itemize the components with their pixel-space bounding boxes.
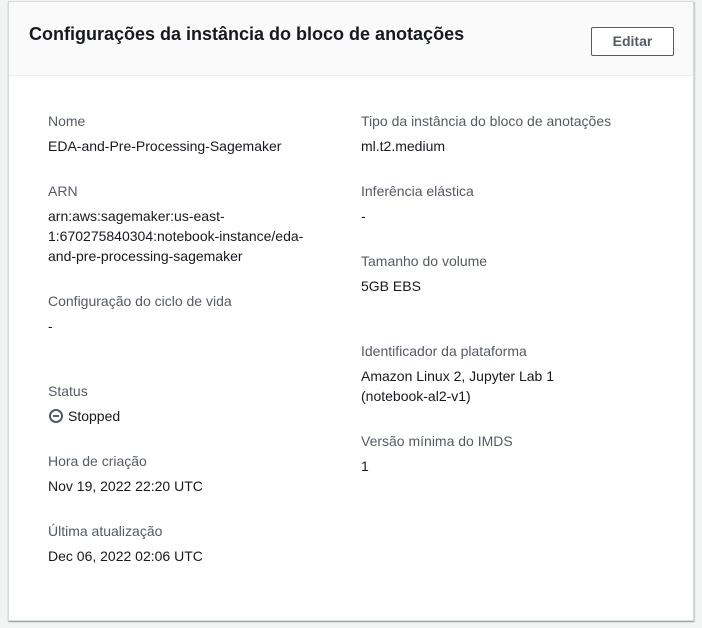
field-creation-time: Hora de criação Nov 19, 2022 22:20 UTC [48,451,338,496]
field-lifecycle-value: - [48,318,53,334]
field-elastic-inference-value: - [361,208,366,224]
field-creation-time-label: Hora de criação [48,453,147,469]
field-volume-size: Tamanho do volume 5GB EBS [361,251,651,296]
field-arn: ARN arn:aws:sagemaker:us-east-1:67027584… [48,181,338,266]
field-platform-id: Identificador da plataforma Amazon Linux… [361,341,651,406]
field-name-label: Nome [48,113,86,129]
field-name-value: EDA-and-Pre-Processing-Sagemaker [48,138,282,154]
field-status-label: Status [48,383,88,399]
field-name: Nome EDA-and-Pre-Processing-Sagemaker [48,111,338,156]
status-badge: Stopped [48,406,338,426]
field-imds-version-label: Versão mínima do IMDS [361,433,513,449]
field-volume-size-label: Tamanho do volume [361,253,488,269]
field-imds-version: Versão mínima do IMDS 1 [361,431,651,476]
field-elastic-inference-label: Inferência elástica [361,183,474,199]
field-instance-type: Tipo da instância do bloco de anotações … [361,111,651,156]
edit-button[interactable]: Editar [591,27,674,56]
field-creation-time-value: Nov 19, 2022 22:20 UTC [48,478,203,494]
field-volume-size-value: 5GB EBS [361,278,421,294]
panel-header: Configurações da instância do bloco de a… [9,2,693,76]
field-elastic-inference: Inferência elástica - [361,181,651,226]
panel-title: Configurações da instância do bloco de a… [29,24,465,44]
field-instance-type-value: ml.t2.medium [361,138,446,154]
field-status: Status Stopped [48,381,338,426]
field-arn-value: arn:aws:sagemaker:us-east-1:670275840304… [48,208,304,264]
field-arn-label: ARN [48,183,78,199]
status-value: Stopped [68,408,121,424]
notebook-settings-panel: Configurações da instância do bloco de a… [8,1,694,621]
stopped-icon [49,409,63,423]
field-platform-id-label: Identificador da plataforma [361,343,527,359]
field-platform-id-value: Amazon Linux 2, Jupyter Lab 1 (notebook-… [361,368,555,404]
field-last-update-value: Dec 06, 2022 02:06 UTC [48,548,203,564]
field-last-update: Última atualização Dec 06, 2022 02:06 UT… [48,521,338,566]
field-imds-version-value: 1 [361,458,369,474]
field-instance-type-label: Tipo da instância do bloco de anotações [361,113,612,129]
field-lifecycle: Configuração do ciclo de vida - [48,291,338,336]
field-last-update-label: Última atualização [48,523,163,539]
field-lifecycle-label: Configuração do ciclo de vida [48,293,232,309]
